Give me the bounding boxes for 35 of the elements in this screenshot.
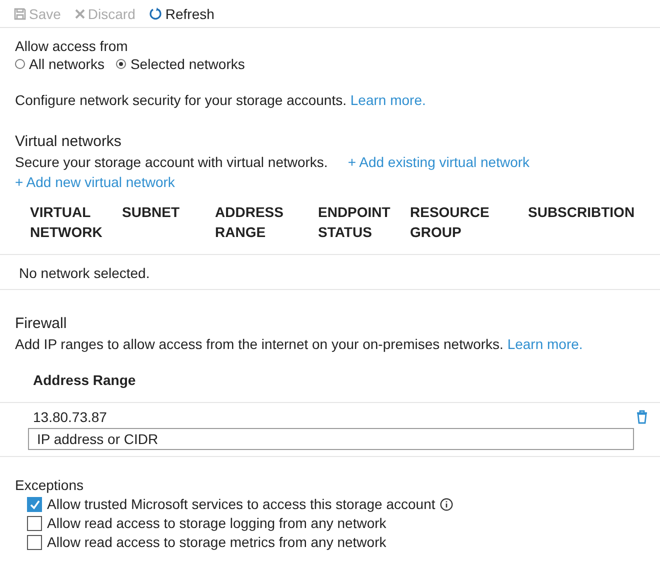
- description: Add IP ranges to allow access from the internet on your on-premises networks. Learn more.: [15, 335, 584, 354]
- add-new-link[interactable]: + Add new virtual network: [15, 174, 175, 190]
- add-existing-link[interactable]: + Add existing virtual network: [348, 152, 530, 172]
- column-header: VIRTUAL NETWORK: [29, 203, 104, 242]
- checkbox-label: Allow trusted Microsoft services to access this storage account: [47, 495, 436, 514]
- column-header: RESOURCE GROUP: [410, 203, 490, 242]
- checkbox-label: Allow read access to storage metrics from any network: [47, 533, 386, 552]
- section-label: Exceptions: [15, 476, 84, 495]
- radio-option[interactable]: Selected networks: [116, 56, 245, 72]
- section-label: Allow access from: [15, 37, 129, 56]
- empty-message: No network selected.: [0, 255, 660, 290]
- column-header: ENDPOINT STATUS: [318, 203, 392, 242]
- column-header: SUBNET: [122, 203, 181, 222]
- close-icon: [74, 8, 85, 18]
- ip-input-field[interactable]: IP address or CIDR: [28, 428, 634, 450]
- section-title: Firewall: [15, 314, 68, 334]
- radio-option[interactable]: All networks: [15, 56, 104, 72]
- refresh-button[interactable]: Refresh: [149, 6, 214, 22]
- checkbox[interactable]: [27, 497, 42, 512]
- description: Configure network security for your storage accounts. Learn more.: [15, 91, 427, 110]
- refresh-icon: [149, 7, 162, 20]
- checkbox-label: Allow read access to storage logging from any network: [47, 514, 386, 533]
- description: Secure your storage account with virtual networks.: [15, 153, 328, 172]
- learn-more-link[interactable]: Learn more.: [507, 336, 583, 352]
- column-header: ADDRESS RANGE: [215, 203, 284, 242]
- column-header: Address Range: [0, 354, 660, 403]
- column-header: SUBSCRIBTION: [528, 203, 636, 222]
- save-icon: [14, 8, 26, 20]
- checkbox[interactable]: [27, 535, 42, 550]
- trash-icon[interactable]: [636, 410, 648, 424]
- checkbox[interactable]: [27, 516, 42, 531]
- learn-more-link[interactable]: Learn more.: [350, 92, 426, 108]
- section-title: Virtual networks: [15, 132, 122, 152]
- table-cell: 13.80.73.87: [33, 409, 107, 425]
- info-icon[interactable]: [440, 498, 454, 511]
